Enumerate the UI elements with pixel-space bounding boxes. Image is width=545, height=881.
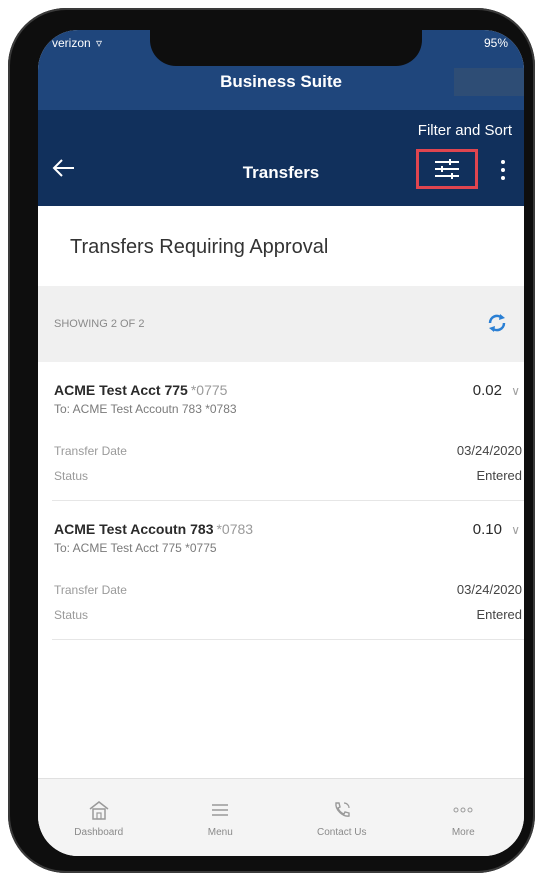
bottom-nav: Dashboard Menu Contact Us More xyxy=(38,778,524,856)
header-redacted-block xyxy=(454,68,524,96)
from-account-name: ACME Test Accoutn 783 xyxy=(54,521,214,537)
app-title: Business Suite xyxy=(220,72,342,91)
status-label: Status xyxy=(54,469,89,483)
to-account: To: ACME Test Accoutn 783 *0783 xyxy=(54,402,237,416)
transfer-date-label: Transfer Date xyxy=(54,444,127,458)
phone-icon xyxy=(330,799,354,821)
list-meta-bar: SHOWING 2 OF 2 xyxy=(38,286,524,362)
home-icon xyxy=(87,799,111,821)
refresh-icon[interactable] xyxy=(486,312,508,334)
hamburger-icon xyxy=(208,799,232,821)
status-carrier: verizon ▿ xyxy=(52,36,102,50)
transfer-amount: 0.02 xyxy=(472,382,502,399)
nav-bar: Filter and Sort Transfers xyxy=(38,110,524,206)
from-account: ACME Test Acct 775 *0775 xyxy=(54,382,227,398)
carrier-label: verizon xyxy=(52,36,91,50)
transfer-item[interactable]: ACME Test Acct 775 *0775 To: ACME Test Ac… xyxy=(52,362,524,501)
wifi-icon: ▿ xyxy=(96,36,103,50)
nav-label: Menu xyxy=(207,827,233,838)
status-label: Status xyxy=(54,608,89,622)
section-title: Transfers Requiring Approval xyxy=(70,236,329,258)
transfer-date-label: Transfer Date xyxy=(54,583,127,597)
nav-dashboard[interactable]: Dashboard xyxy=(38,779,160,856)
filter-sort-annotation: Filter and Sort xyxy=(417,122,512,139)
from-account-mask: *0775 xyxy=(190,382,228,398)
from-account: ACME Test Accoutn 783 *0783 xyxy=(54,521,253,537)
showing-count: SHOWING 2 OF 2 xyxy=(54,318,145,330)
from-account-mask: *0783 xyxy=(216,521,254,537)
phone-notch xyxy=(150,30,422,66)
filter-sort-button[interactable] xyxy=(416,149,478,189)
chevron-down-icon[interactable]: ∨ xyxy=(511,523,520,537)
transfer-date: 03/24/2020 xyxy=(456,443,522,458)
status-value: Entered xyxy=(476,468,522,483)
from-account-name: ACME Test Acct 775 xyxy=(54,382,188,398)
app-screen: verizon ▿ 95% Business Suite Filter and … xyxy=(38,30,524,856)
nav-label: Contact Us xyxy=(317,827,367,838)
nav-label: More xyxy=(451,827,475,838)
status-battery: 95% xyxy=(483,36,508,50)
transfer-list: ACME Test Acct 775 *0775 To: ACME Test Ac… xyxy=(38,362,524,640)
nav-label: Dashboard xyxy=(74,827,124,838)
status-value: Entered xyxy=(476,607,522,622)
to-account: To: ACME Test Acct 775 *0775 xyxy=(54,541,217,555)
nav-contact-us[interactable]: Contact Us xyxy=(281,779,403,856)
transfer-date: 03/24/2020 xyxy=(456,582,522,597)
section-heading: Transfers Requiring Approval xyxy=(38,206,524,286)
vertical-dots-icon[interactable] xyxy=(498,156,508,184)
horizontal-dots-icon xyxy=(451,799,475,821)
transfer-amount: 0.10 xyxy=(472,521,502,538)
sliders-icon xyxy=(435,159,459,179)
nav-more[interactable]: More xyxy=(403,779,525,856)
chevron-down-icon[interactable]: ∨ xyxy=(511,384,520,398)
phone-frame: verizon ▿ 95% Business Suite Filter and … xyxy=(8,8,535,873)
transfer-item[interactable]: ACME Test Accoutn 783 *0783 To: ACME Test… xyxy=(52,501,524,640)
nav-menu[interactable]: Menu xyxy=(160,779,282,856)
